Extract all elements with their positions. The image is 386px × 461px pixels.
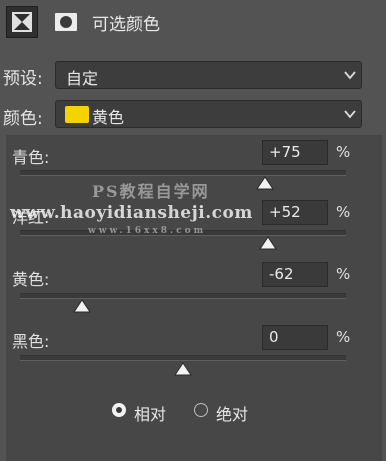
selective-color-adjustment-icon[interactable] <box>6 6 38 38</box>
chevron-down-icon <box>344 71 356 80</box>
cyan-input[interactable]: +75 <box>262 140 328 165</box>
percent-label: % <box>336 328 351 346</box>
panel-header: 可选颜色 <box>0 0 386 45</box>
magenta-slider-track[interactable] <box>20 230 346 236</box>
colors-label: 颜色: <box>3 109 43 129</box>
radio-relative-label: 相对 <box>134 405 167 424</box>
radio-absolute-label: 绝对 <box>216 405 249 424</box>
percent-label: % <box>336 143 351 161</box>
slider-label-yellow: 黄色: <box>12 270 50 289</box>
slider-label-cyan: 青色: <box>12 148 50 167</box>
preset-dropdown[interactable]: 自定 <box>55 61 362 89</box>
radio-selected-icon <box>112 403 126 417</box>
chevron-down-icon <box>344 110 356 119</box>
slider-label-black: 黑色: <box>12 332 50 351</box>
colors-dropdown[interactable]: 黄色 <box>55 100 362 128</box>
panel-title: 可选颜色 <box>92 15 160 35</box>
yellow-slider-thumb[interactable] <box>73 299 91 313</box>
color-swatch <box>65 106 89 123</box>
magenta-input[interactable]: +52 <box>262 200 328 225</box>
magenta-slider-thumb[interactable] <box>258 236 277 250</box>
cyan-slider-track[interactable] <box>20 170 346 176</box>
radio-unselected-icon <box>194 403 208 417</box>
black-input[interactable]: 0 <box>262 325 328 350</box>
black-slider-track[interactable] <box>20 355 346 361</box>
yellow-input[interactable]: -62 <box>262 262 328 287</box>
slider-label-magenta: 洋红: <box>12 208 50 227</box>
percent-label: % <box>336 265 351 283</box>
layer-mask-icon[interactable] <box>50 6 82 38</box>
colors-value: 黄色 <box>92 108 125 127</box>
cyan-slider-thumb[interactable] <box>255 176 274 190</box>
yellow-slider-track[interactable] <box>20 293 346 299</box>
preset-label: 预设: <box>3 69 43 89</box>
percent-label: % <box>336 203 351 221</box>
black-slider-thumb[interactable] <box>174 362 192 376</box>
preset-value: 自定 <box>66 69 99 88</box>
